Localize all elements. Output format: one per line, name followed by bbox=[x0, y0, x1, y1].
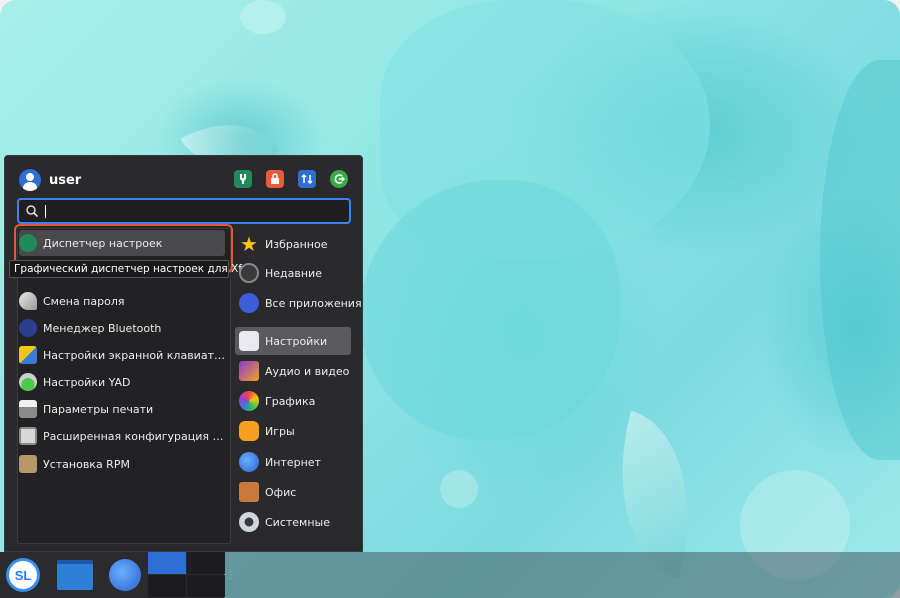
app-label: Параметры печати bbox=[43, 402, 154, 416]
apps-icon bbox=[239, 293, 259, 313]
app-label: Настройки экранной клавиатуры... bbox=[43, 348, 225, 362]
star-icon: ★ bbox=[240, 232, 258, 256]
app-item-yad[interactable]: Настройки YAD bbox=[19, 369, 225, 395]
switch-user-icon[interactable] bbox=[298, 170, 316, 188]
category-graphics[interactable]: Графика bbox=[235, 387, 351, 415]
category-label: Недавние bbox=[265, 266, 322, 280]
category-label: Настройки bbox=[265, 334, 328, 348]
menu-actions bbox=[234, 170, 348, 188]
user-header: user bbox=[19, 168, 81, 192]
internet-icon bbox=[239, 452, 259, 472]
gamepad-icon bbox=[239, 421, 259, 441]
wallpaper-shape bbox=[820, 60, 900, 460]
workspace-4[interactable] bbox=[187, 575, 225, 597]
category-favorites[interactable]: ★ Избранное bbox=[235, 230, 351, 258]
workspace-3[interactable] bbox=[148, 575, 186, 597]
wallpaper-bubble bbox=[240, 0, 286, 34]
app-label: Расширенная конфигурация сети bbox=[43, 429, 225, 443]
lock-screen-icon[interactable] bbox=[266, 170, 284, 188]
search-icon bbox=[26, 205, 39, 218]
app-item-change-password[interactable]: Смена пароля bbox=[19, 288, 225, 314]
username: user bbox=[49, 172, 82, 188]
category-label: Избранное bbox=[265, 237, 328, 251]
workspace-2[interactable] bbox=[187, 552, 225, 574]
application-menu: user Диспетчер настроек Смена пароля Мен… bbox=[4, 155, 363, 552]
category-label: Системные bbox=[265, 515, 330, 529]
logout-icon[interactable] bbox=[330, 170, 348, 188]
graphics-icon bbox=[239, 391, 259, 411]
app-item-print-settings[interactable]: Параметры печати bbox=[19, 396, 225, 422]
workspace-1[interactable] bbox=[148, 552, 186, 574]
keyboard-icon bbox=[19, 346, 37, 364]
wallpaper-shape bbox=[360, 180, 620, 440]
simply-linux-logo-icon: SL bbox=[6, 558, 40, 592]
category-label: Игры bbox=[265, 424, 295, 438]
user-avatar-icon bbox=[19, 169, 41, 191]
category-label: Все приложения bbox=[265, 296, 362, 310]
system-icon bbox=[239, 512, 259, 532]
category-label: Аудио и видео bbox=[265, 364, 350, 378]
bluetooth-icon bbox=[19, 319, 37, 337]
text-cursor bbox=[45, 204, 46, 218]
clock-icon bbox=[239, 263, 259, 283]
briefcase-icon bbox=[239, 482, 259, 502]
browser-button[interactable] bbox=[105, 555, 145, 595]
app-item-onscreen-keyboard[interactable]: Настройки экранной клавиатуры... bbox=[19, 342, 225, 368]
app-label: Смена пароля bbox=[43, 294, 125, 308]
app-item-rpm-install[interactable]: Установка RPM bbox=[19, 451, 225, 477]
app-label: Менеджер Bluetooth bbox=[43, 321, 162, 335]
category-settings[interactable]: Настройки bbox=[235, 327, 351, 355]
wallpaper-bubble bbox=[440, 470, 478, 508]
taskbar: SL ⋮ bbox=[0, 552, 900, 598]
category-label: Интернет bbox=[265, 455, 321, 469]
printer-icon bbox=[19, 400, 37, 418]
category-system[interactable]: Системные bbox=[235, 508, 351, 536]
category-all-apps[interactable]: Все приложения bbox=[235, 289, 362, 317]
tooltip: Графический диспетчер настроек для Xfce bbox=[9, 260, 254, 278]
browser-icon bbox=[109, 559, 141, 591]
key-icon bbox=[19, 292, 37, 310]
search-input[interactable] bbox=[17, 198, 351, 224]
file-manager-button[interactable] bbox=[55, 555, 95, 595]
category-internet[interactable]: Интернет bbox=[235, 448, 351, 476]
start-menu-button[interactable]: SL bbox=[3, 555, 43, 595]
package-icon bbox=[19, 455, 37, 473]
category-media[interactable]: Аудио и видео bbox=[235, 357, 351, 385]
category-office[interactable]: Офис bbox=[235, 478, 351, 506]
flask-icon bbox=[19, 373, 37, 391]
app-label: Установка RPM bbox=[43, 457, 130, 471]
category-games[interactable]: Игры bbox=[235, 417, 351, 445]
file-manager-icon bbox=[57, 560, 93, 590]
app-item-bluetooth[interactable]: Менеджер Bluetooth bbox=[19, 315, 225, 341]
settings-manager-action-icon[interactable] bbox=[234, 170, 252, 188]
app-item-network-config[interactable]: Расширенная конфигурация сети bbox=[19, 423, 225, 449]
media-icon bbox=[239, 361, 259, 381]
network-icon bbox=[19, 427, 37, 445]
category-label: Офис bbox=[265, 485, 297, 499]
settings-icon bbox=[239, 331, 259, 351]
app-label: Настройки YAD bbox=[43, 375, 131, 389]
category-recent[interactable]: Недавние bbox=[235, 259, 351, 287]
panel-handle-icon[interactable]: ⋮ bbox=[226, 570, 236, 581]
category-label: Графика bbox=[265, 394, 316, 408]
